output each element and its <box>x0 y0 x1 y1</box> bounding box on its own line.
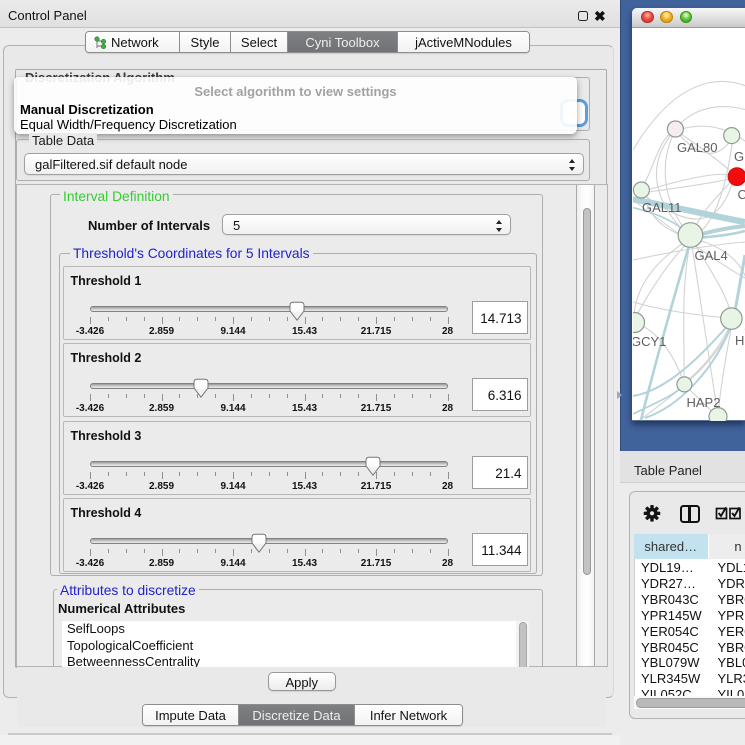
svg-text:GAL4: GAL4 <box>695 248 728 263</box>
svg-text:GAL80: GAL80 <box>677 140 717 155</box>
svg-text:H: H <box>735 333 744 348</box>
svg-text:HAP2: HAP2 <box>687 395 721 410</box>
svg-text:C: C <box>738 187 745 202</box>
svg-text:GCY1: GCY1 <box>633 334 666 349</box>
svg-text:GAL11: GAL11 <box>642 200 682 215</box>
svg-text:G.: G. <box>734 149 745 164</box>
